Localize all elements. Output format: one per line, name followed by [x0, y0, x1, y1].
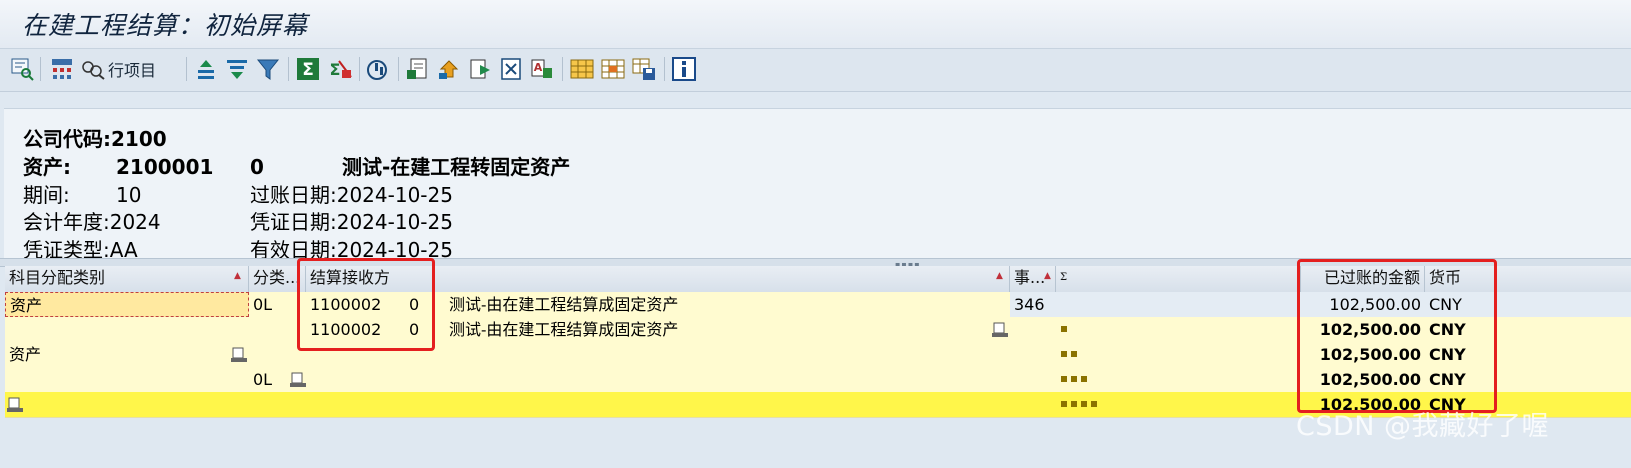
local-file-icon[interactable] — [499, 56, 523, 82]
subtotal-icon[interactable]: Σ — [327, 56, 353, 82]
toolbar-separator — [562, 57, 563, 81]
export-icon[interactable] — [406, 56, 430, 82]
excel-icon[interactable] — [437, 56, 461, 82]
cell-account-category[interactable]: 资产 — [5, 292, 249, 317]
cell-receiver-description[interactable]: 测试-由在建工程结算成固定资产 — [445, 292, 1005, 317]
cell-receiver-description[interactable]: 测试-由在建工程结算成固定资产 — [445, 317, 985, 342]
asset-number: 2100001 — [116, 155, 214, 179]
layout-icon[interactable] — [366, 56, 390, 82]
line-items-label: 行项目 — [108, 61, 157, 80]
column-header-sum[interactable]: Σ — [1056, 266, 1301, 292]
fiscal-year: 会计年度:2024 — [23, 210, 161, 234]
toolbar-separator — [359, 57, 360, 81]
period-value: 10 — [116, 183, 142, 207]
value-date: 有效日期:2024-10-25 — [250, 238, 453, 259]
filter-icon[interactable] — [256, 56, 280, 82]
sort-indicator-icon: ▲ — [1044, 271, 1051, 281]
total-marker-icon — [7, 397, 23, 412]
window-title: 在建工程结算：初始屏幕 — [22, 11, 309, 40]
highlight-box-receiver — [297, 258, 435, 351]
posting-date: 过账日期:2024-10-25 — [250, 183, 453, 207]
sort-indicator-icon: ▲ — [996, 271, 1003, 281]
column-header-event[interactable]: 事... ▲ — [1010, 266, 1056, 292]
column-header-account-category[interactable]: 科目分配类别 ▲ — [5, 266, 249, 292]
subtotal-marker-icon — [290, 372, 306, 387]
sort-asc-icon[interactable] — [194, 56, 218, 82]
period-label: 期间: — [23, 183, 70, 207]
line-items-icon — [82, 61, 105, 80]
level-dots-icon — [1061, 376, 1087, 382]
mail-icon[interactable]: A — [530, 56, 554, 82]
svg-text:Σ: Σ — [330, 60, 341, 79]
asset-sub-number: 0 — [250, 155, 264, 179]
title-bar: 在建工程结算：初始屏幕 — [0, 0, 1631, 49]
line-items-button[interactable]: 行项目 — [80, 56, 156, 82]
level-dots-icon — [1061, 401, 1097, 407]
asset-label: 资产: — [23, 155, 71, 179]
grid-icon[interactable] — [570, 56, 594, 82]
sort-indicator-icon: ▲ — [234, 271, 241, 281]
cell-account-category[interactable]: 资产 — [5, 342, 205, 367]
document-header: 公司代码:2100 资产: 2100001 0 测试-在建工程转固定资产 期间:… — [4, 108, 1631, 259]
cell-category[interactable]: 0L — [249, 367, 289, 392]
watermark: CSDN @我藏好了喔 — [1296, 411, 1550, 442]
toolbar-separator — [186, 57, 187, 81]
toolbar: 行项目 Σ Σ A — [0, 49, 1631, 92]
word-icon[interactable] — [468, 56, 492, 82]
toolbar-separator — [398, 57, 399, 81]
cell-sum-level — [1056, 292, 1301, 317]
highlight-box-amount — [1297, 259, 1497, 413]
document-date: 凭证日期:2024-10-25 — [250, 210, 453, 234]
tree-icon[interactable] — [50, 56, 74, 82]
choose-layout-icon[interactable] — [601, 56, 625, 82]
subtotal-marker-icon — [992, 322, 1008, 337]
info-icon[interactable] — [672, 56, 696, 82]
svg-text:Σ: Σ — [302, 60, 314, 80]
svg-text:A: A — [534, 61, 543, 74]
asset-description: 测试-在建工程转固定资产 — [342, 155, 571, 179]
toolbar-separator — [40, 57, 41, 81]
cell-event[interactable]: 346 — [1010, 292, 1056, 317]
document-type: 凭证类型:AA — [23, 238, 138, 259]
level-dots-icon — [1061, 351, 1077, 357]
save-layout-icon[interactable] — [632, 56, 656, 82]
detail-icon[interactable] — [10, 56, 34, 82]
company-code: 公司代码:2100 — [23, 127, 167, 151]
sum-icon[interactable]: Σ — [296, 56, 320, 82]
toolbar-separator — [288, 57, 289, 81]
level-dots-icon — [1061, 326, 1067, 332]
toolbar-separator — [664, 57, 665, 81]
sort-desc-icon[interactable] — [225, 56, 249, 82]
subtotal-marker-icon — [231, 347, 247, 362]
